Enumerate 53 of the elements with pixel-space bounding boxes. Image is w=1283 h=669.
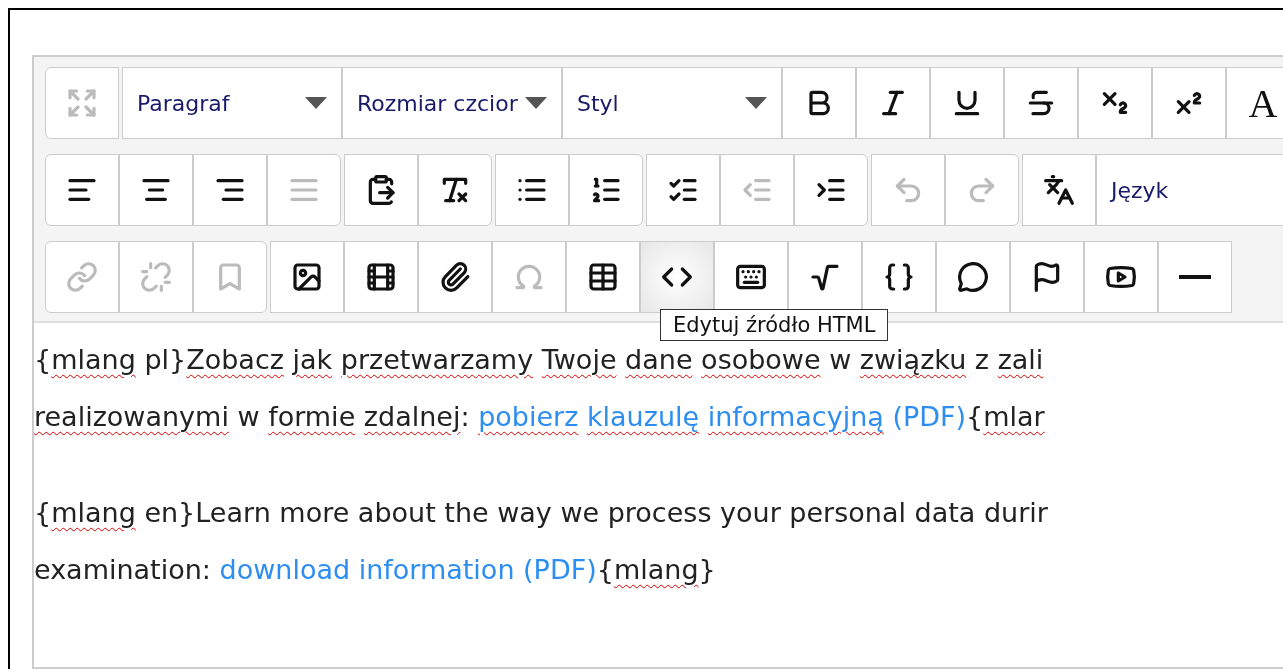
speech-bubble-icon: [957, 261, 989, 293]
toolbar-button[interactable]: [119, 154, 193, 226]
toolbar-button[interactable]: [344, 154, 418, 226]
toolbar-button[interactable]: [646, 154, 720, 226]
format-button[interactable]: A: [1226, 67, 1283, 139]
toolbar-button[interactable]: [193, 154, 267, 226]
toolbar-button[interactable]: [45, 154, 119, 226]
translate-icon: [1043, 174, 1075, 206]
image-icon: [291, 261, 323, 293]
toolbar-button[interactable]: [856, 67, 930, 139]
unlink-icon: [140, 261, 172, 293]
fullscreen-icon: [66, 87, 98, 119]
caret-icon: [525, 97, 547, 109]
toolbar-button[interactable]: [936, 241, 1010, 313]
dropdown-label: Paragraf: [137, 90, 230, 116]
toolbar-button[interactable]: [782, 67, 856, 139]
toolbar-button[interactable]: [418, 154, 492, 226]
toolbar-button[interactable]: [640, 241, 714, 313]
braces-icon: [883, 261, 915, 293]
film-icon: [365, 261, 397, 293]
toolbar-button[interactable]: [344, 241, 418, 313]
dropdown[interactable]: Język: [1096, 154, 1283, 226]
toolbar-button[interactable]: [1022, 154, 1096, 226]
dropdown[interactable]: Rozmiar czcior: [342, 67, 562, 139]
toolbar-button[interactable]: [1078, 67, 1152, 139]
toolbar-button[interactable]: [1004, 67, 1078, 139]
caret-icon: [745, 97, 767, 109]
paperclip-icon: [439, 261, 471, 293]
text-line: examination: download information (PDF){mlang}: [34, 553, 716, 587]
table-icon: [587, 261, 619, 293]
toolbar-button[interactable]: [566, 241, 640, 313]
toolbar-button[interactable]: [1152, 67, 1226, 139]
text-line: {mlang en}Learn more about the way we process your personal data durir: [34, 496, 1048, 530]
text-line: realizowanymi w formie zdalnej: pobierz klauzulę informacyjną (PDF){mlar: [34, 400, 1045, 434]
dropdown-label: Styl: [577, 90, 619, 116]
toolbar-button[interactable]: [569, 154, 643, 226]
toolbar-button[interactable]: [794, 154, 868, 226]
tooltip: Edytuj źródło HTML: [660, 309, 889, 341]
toolbar-button[interactable]: [930, 67, 1004, 139]
text-line: {mlang pl}Zobacz jak przetwarzamy Twoje dane osobowe w związku z zali: [34, 343, 1044, 377]
toolbar-button[interactable]: [1010, 241, 1084, 313]
dropdown[interactable]: Styl: [562, 67, 782, 139]
dropdown-label: Język: [1111, 177, 1169, 203]
toolbar-button[interactable]: [495, 154, 569, 226]
caret-icon: [305, 97, 327, 109]
toolbar-button[interactable]: [1084, 241, 1158, 313]
link-icon: [66, 261, 98, 293]
toolbar-button[interactable]: [270, 241, 344, 313]
toolbar-button[interactable]: [862, 241, 936, 313]
dropdown-label: Rozmiar czcior: [357, 90, 518, 116]
toolbar-button[interactable]: [1158, 241, 1232, 313]
dropdown[interactable]: Paragraf: [122, 67, 342, 139]
toolbar-button[interactable]: [418, 241, 492, 313]
